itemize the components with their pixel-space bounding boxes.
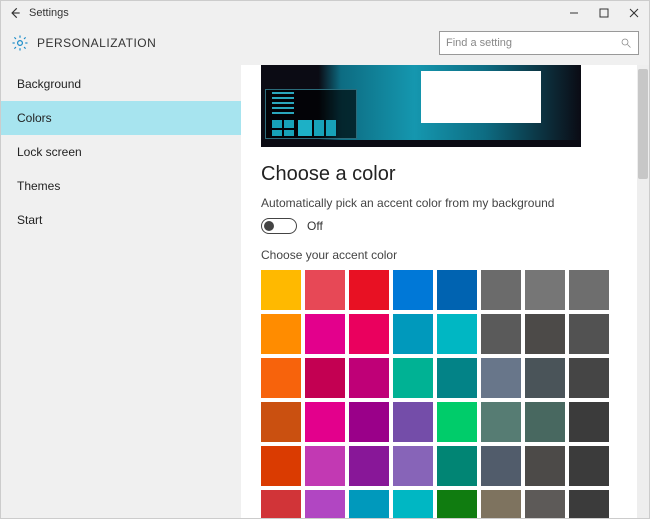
sidebar-item-themes[interactable]: Themes bbox=[1, 169, 241, 203]
color-swatch[interactable] bbox=[349, 402, 389, 442]
color-swatch[interactable] bbox=[305, 402, 345, 442]
color-swatch[interactable] bbox=[305, 446, 345, 486]
gear-icon bbox=[11, 34, 29, 52]
color-swatch[interactable] bbox=[393, 358, 433, 398]
color-swatch[interactable] bbox=[261, 490, 301, 518]
settings-window: Settings PERSONALIZATION Find a setting bbox=[0, 0, 650, 519]
toggle-state-label: Off bbox=[307, 219, 323, 233]
color-swatch[interactable] bbox=[525, 402, 565, 442]
color-swatch[interactable] bbox=[525, 446, 565, 486]
color-swatch-grid bbox=[261, 270, 629, 518]
category-title: PERSONALIZATION bbox=[37, 36, 156, 50]
back-button[interactable] bbox=[1, 6, 29, 20]
color-swatch[interactable] bbox=[437, 358, 477, 398]
color-swatch[interactable] bbox=[349, 358, 389, 398]
content-area: Choose a color Automatically pick an acc… bbox=[241, 65, 649, 518]
sidebar-item-start[interactable]: Start bbox=[1, 203, 241, 237]
color-swatch[interactable] bbox=[261, 358, 301, 398]
search-icon bbox=[620, 37, 632, 49]
color-swatch[interactable] bbox=[349, 446, 389, 486]
window-title: Settings bbox=[29, 7, 69, 19]
accent-color-label: Choose your accent color bbox=[261, 248, 629, 262]
color-swatch[interactable] bbox=[393, 314, 433, 354]
color-swatch[interactable] bbox=[525, 358, 565, 398]
color-swatch[interactable] bbox=[305, 270, 345, 310]
sidebar-item-background[interactable]: Background bbox=[1, 67, 241, 101]
color-swatch[interactable] bbox=[569, 358, 609, 398]
auto-pick-toggle[interactable] bbox=[261, 218, 297, 234]
color-swatch[interactable] bbox=[437, 270, 477, 310]
color-swatch[interactable] bbox=[437, 490, 477, 518]
color-swatch[interactable] bbox=[525, 270, 565, 310]
color-swatch[interactable] bbox=[481, 358, 521, 398]
sidebar-item-colors[interactable]: Colors bbox=[1, 101, 241, 135]
color-swatch[interactable] bbox=[525, 314, 565, 354]
window-controls bbox=[559, 1, 649, 25]
header-row: PERSONALIZATION Find a setting bbox=[1, 25, 649, 65]
close-icon bbox=[629, 8, 639, 18]
color-swatch[interactable] bbox=[437, 314, 477, 354]
color-swatch[interactable] bbox=[481, 270, 521, 310]
color-swatch[interactable] bbox=[481, 446, 521, 486]
section-heading: Choose a color bbox=[261, 163, 629, 186]
color-swatch[interactable] bbox=[349, 314, 389, 354]
color-swatch[interactable] bbox=[525, 490, 565, 518]
color-swatch[interactable] bbox=[569, 446, 609, 486]
color-swatch[interactable] bbox=[569, 270, 609, 310]
color-swatch[interactable] bbox=[569, 402, 609, 442]
color-swatch[interactable] bbox=[349, 490, 389, 518]
back-arrow-icon bbox=[8, 6, 22, 20]
color-swatch[interactable] bbox=[481, 490, 521, 518]
minimize-button[interactable] bbox=[559, 1, 589, 25]
minimize-icon bbox=[569, 8, 579, 18]
color-swatch[interactable] bbox=[349, 270, 389, 310]
sidebar-item-lock-screen[interactable]: Lock screen bbox=[1, 135, 241, 169]
color-swatch[interactable] bbox=[393, 402, 433, 442]
maximize-icon bbox=[599, 8, 609, 18]
color-swatch[interactable] bbox=[481, 314, 521, 354]
color-swatch[interactable] bbox=[481, 402, 521, 442]
scrollbar[interactable] bbox=[637, 65, 649, 518]
body: Background Colors Lock screen Themes Sta… bbox=[1, 65, 649, 518]
auto-pick-toggle-row: Off bbox=[261, 218, 629, 234]
color-swatch[interactable] bbox=[393, 446, 433, 486]
color-swatch[interactable] bbox=[305, 314, 345, 354]
color-swatch[interactable] bbox=[261, 402, 301, 442]
color-swatch[interactable] bbox=[261, 314, 301, 354]
color-swatch[interactable] bbox=[393, 270, 433, 310]
color-swatch[interactable] bbox=[261, 446, 301, 486]
toggle-knob-icon bbox=[264, 221, 274, 231]
color-swatch[interactable] bbox=[393, 490, 433, 518]
auto-pick-label: Automatically pick an accent color from … bbox=[261, 196, 629, 210]
titlebar: Settings bbox=[1, 1, 649, 25]
color-swatch[interactable] bbox=[261, 270, 301, 310]
color-swatch[interactable] bbox=[437, 446, 477, 486]
color-swatch[interactable] bbox=[305, 358, 345, 398]
color-swatch[interactable] bbox=[305, 490, 345, 518]
color-swatch[interactable] bbox=[569, 314, 609, 354]
scrollbar-thumb[interactable] bbox=[638, 69, 648, 179]
close-button[interactable] bbox=[619, 1, 649, 25]
color-swatch[interactable] bbox=[437, 402, 477, 442]
color-swatch[interactable] bbox=[569, 490, 609, 518]
search-input[interactable]: Find a setting bbox=[439, 31, 639, 55]
preview-thumbnail bbox=[261, 65, 581, 147]
search-placeholder: Find a setting bbox=[446, 37, 620, 49]
sidebar: Background Colors Lock screen Themes Sta… bbox=[1, 65, 241, 518]
maximize-button[interactable] bbox=[589, 1, 619, 25]
